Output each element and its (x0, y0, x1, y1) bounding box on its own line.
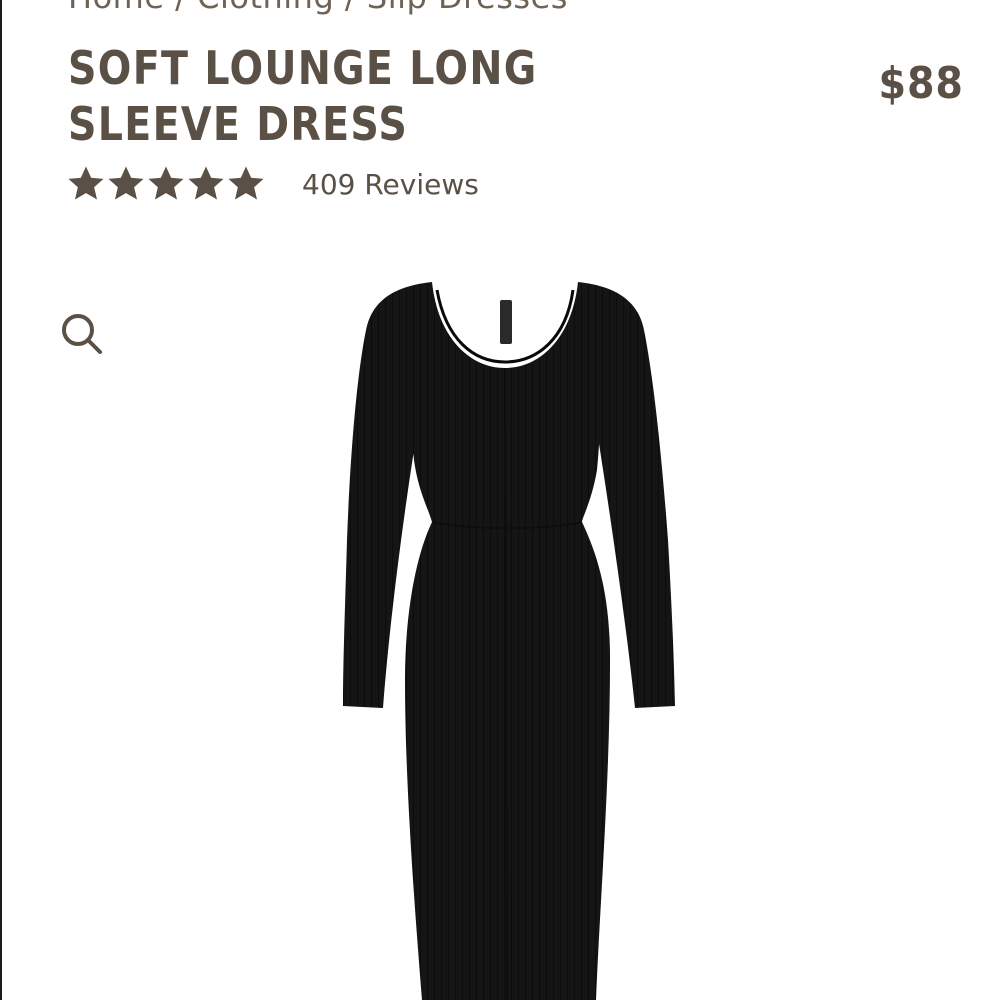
star-icon (68, 166, 104, 200)
product-title: SOFT LOUNGE LONG SLEEVE DRESS (68, 40, 538, 152)
breadcrumb[interactable]: Home / Clothing / Slip Dresses (68, 0, 568, 16)
star-icon (108, 166, 144, 200)
product-image[interactable] (0, 260, 1000, 1000)
product-price: $88 (878, 58, 964, 109)
reviews-link[interactable]: 409 Reviews (302, 168, 479, 201)
star-icon (148, 166, 184, 200)
product-rating[interactable]: 409 Reviews (68, 166, 479, 202)
star-rating (68, 166, 264, 202)
product-title-line-2: SLEEVE DRESS (68, 97, 409, 151)
star-icon (228, 166, 264, 200)
label-tag (500, 300, 512, 344)
star-icon (188, 166, 224, 200)
dress-illustration (343, 282, 675, 1000)
product-title-line-1: SOFT LOUNGE LONG (68, 41, 538, 95)
